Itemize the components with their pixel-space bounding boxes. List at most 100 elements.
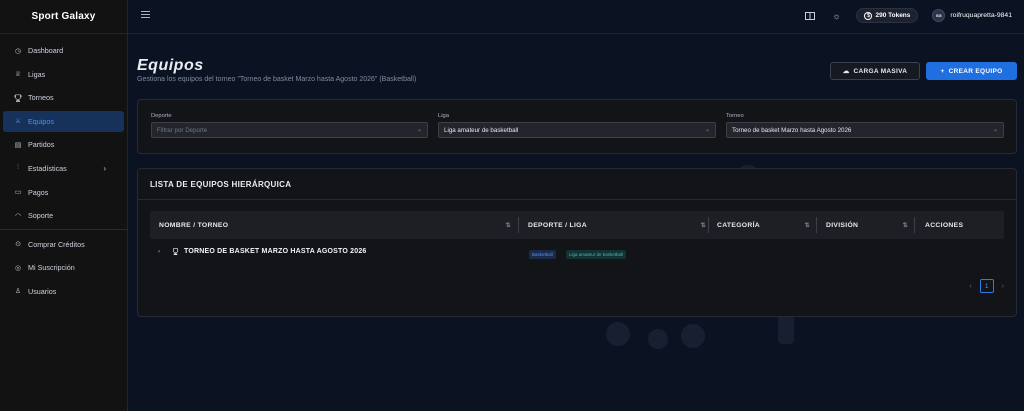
torneo-select-value: Torneo de basket Marzo hasta Agosto 2026	[732, 126, 852, 134]
sidebar-item-label: Soporte	[28, 211, 54, 221]
coin-icon: $	[864, 11, 873, 20]
column-divider	[816, 217, 817, 233]
sport-badge: Basketball	[529, 250, 556, 259]
user-menu[interactable]: SG roifruquapretta-9841	[932, 9, 1012, 22]
filter-deporte-label: Deporte	[151, 113, 172, 119]
credits-icon: ⊙	[15, 241, 21, 249]
sidebar-item-label: Estadísticas	[28, 163, 67, 173]
brand-logo[interactable]: Sport Galaxy	[0, 0, 127, 34]
sidebar-item-label: Comprar Créditos	[28, 239, 85, 249]
tournament-name: TORNEO DE BASKET MARZO HASTA AGOSTO 2026	[184, 248, 367, 255]
subscription-icon: ◎	[14, 264, 22, 272]
sidebar-item-pagos[interactable]: ▭ Pagos	[3, 182, 124, 203]
sidebar-item-partidos[interactable]: ▤ Partidos	[3, 134, 124, 155]
users-icon: ♙	[14, 288, 22, 296]
deporte-select[interactable]: Filtrar por Deporte ⌄	[151, 122, 428, 138]
column-header-division[interactable]: DIVISIÓN ⇅	[826, 211, 908, 239]
sidebar-item-soporte[interactable]: ◠ Soporte	[3, 205, 124, 226]
teams-list-card: LISTA DE EQUIPOS HIERÁRQUICA NOMBRE / TO…	[137, 168, 1017, 317]
deporte-select-placeholder: Filtrar por Deporte	[157, 126, 208, 134]
tokens-badge[interactable]: $ 290 Tokens	[856, 8, 919, 23]
column-header-deporte-sort: ⇅	[528, 211, 706, 239]
team-icon: ⚔	[14, 118, 22, 126]
filter-deporte: Deporte Filtrar por Deporte ⌄	[151, 113, 428, 138]
main-content: Equipos Gestiona los equipos del torneo …	[128, 34, 1024, 411]
chart-icon: ⫶	[17, 164, 19, 172]
sort-icon[interactable]: ⇅	[506, 222, 511, 229]
create-team-button[interactable]: + CREAR EQUIPO	[926, 62, 1017, 80]
filter-liga: Liga Liga amateur de basketball ⌄	[438, 113, 716, 138]
chevron-down-icon: ⌄	[704, 127, 710, 133]
bulk-upload-label: CARGA MASIVA	[853, 67, 908, 75]
expand-icon[interactable]: ›	[158, 249, 160, 255]
column-label: CATEGORÍA	[717, 221, 760, 229]
filter-torneo-label: Torneo	[726, 113, 744, 119]
bulk-upload-button[interactable]: ☁ CARGA MASIVA	[830, 62, 920, 80]
column-header-nombre[interactable]: NOMBRE / TORNEO ⇅	[159, 211, 511, 239]
tokens-label: 290 Tokens	[875, 12, 911, 19]
chevron-right-icon: ›	[103, 163, 106, 173]
divider	[138, 199, 1016, 200]
create-team-label: CREAR EQUIPO	[948, 67, 1003, 75]
theme-sun-icon[interactable]: ☼	[830, 10, 842, 22]
menu-toggle-icon[interactable]	[141, 11, 150, 19]
trophy-icon	[172, 248, 179, 257]
sort-icon[interactable]: ⇅	[903, 222, 908, 229]
layout-icon[interactable]	[804, 10, 816, 22]
column-label: ACCIONES	[925, 221, 964, 229]
table-row[interactable]: › TORNEO DE BASKET MARZO HASTA AGOSTO 20…	[150, 245, 1004, 261]
sidebar-item-label: Ligas	[28, 69, 46, 79]
next-page-icon[interactable]: ›	[1002, 283, 1004, 290]
sidebar-item-torneos[interactable]: Torneos	[3, 87, 124, 108]
column-divider	[914, 217, 915, 233]
sort-icon[interactable]: ⇅	[805, 222, 810, 229]
filters-panel: Deporte Filtrar por Deporte ⌄ Liga Liga …	[137, 99, 1017, 154]
sidebar-item-label: Usuarios	[28, 286, 57, 296]
page-subtitle: Gestiona los equipos del torneo "Torneo …	[137, 76, 417, 83]
column-label: DIVISIÓN	[826, 221, 859, 229]
liga-badge: Liga amateur de basketball	[566, 250, 627, 259]
page-number-button[interactable]: 1	[979, 279, 994, 293]
sidebar: Sport Galaxy ◷ Dashboard ♕ Ligas Torneos…	[0, 0, 128, 411]
sidebar-item-label: Partidos	[28, 140, 55, 150]
trophy-icon	[13, 93, 23, 103]
liga-select-value: Liga amateur de basketball	[444, 126, 519, 134]
list-title: LISTA DE EQUIPOS HIERÁRQUICA	[150, 180, 292, 189]
sidebar-item-label: Torneos	[28, 93, 54, 103]
sidebar-item-estadisticas[interactable]: ⫶ Estadísticas ›	[3, 158, 124, 179]
column-divider	[708, 217, 709, 233]
sidebar-item-label: Equipos	[28, 116, 54, 126]
sort-icon[interactable]: ⇅	[701, 222, 706, 229]
sidebar-item-label: Mi Suscripción	[28, 263, 75, 273]
liga-select[interactable]: Liga amateur de basketball ⌄	[438, 122, 716, 138]
sidebar-item-label: Pagos	[28, 187, 49, 197]
topbar-actions: ☼ $ 290 Tokens SG roifruquapretta-9841	[804, 8, 1012, 23]
torneo-select[interactable]: Torneo de basket Marzo hasta Agosto 2026…	[726, 122, 1004, 138]
column-divider	[518, 217, 519, 233]
sidebar-item-ligas[interactable]: ♕ Ligas	[3, 64, 124, 85]
sidebar-item-dashboard[interactable]: ◷ Dashboard	[3, 40, 124, 61]
column-label: NOMBRE / TORNEO	[159, 221, 229, 229]
calendar-icon: ▤	[14, 141, 22, 149]
sidebar-item-equipos[interactable]: ⚔ Equipos	[3, 110, 124, 132]
prev-page-icon[interactable]: ‹	[969, 283, 971, 290]
sidebar-item-comprar-creditos[interactable]: ⊙ Comprar Créditos	[3, 234, 124, 255]
filter-torneo: Torneo Torneo de basket Marzo hasta Agos…	[726, 113, 1004, 138]
column-header-categoria[interactable]: CATEGORÍA ⇅	[717, 211, 810, 239]
table-header: NOMBRE / TORNEO ⇅ DEPORTE / LIGA ⇅ CATEG…	[150, 211, 1004, 239]
sidebar-item-mi-suscripcion[interactable]: ◎ Mi Suscripción	[3, 257, 124, 278]
chevron-down-icon: ⌄	[416, 127, 422, 133]
chevron-down-icon: ⌄	[992, 127, 998, 133]
avatar: SG	[932, 9, 946, 22]
topbar: ☼ $ 290 Tokens SG roifruquapretta-9841	[128, 0, 1024, 34]
filter-liga-label: Liga	[438, 113, 449, 119]
plus-icon: +	[940, 67, 945, 75]
trophy-cup-icon: ♕	[14, 71, 22, 79]
sidebar-divider	[0, 228, 127, 230]
headset-icon: ◠	[14, 212, 22, 220]
sidebar-item-label: Dashboard	[28, 46, 64, 55]
column-header-acciones: ACCIONES	[925, 211, 995, 239]
sidebar-nav: ◷ Dashboard ♕ Ligas Torneos ⚔ Equipos ▤ …	[0, 34, 127, 302]
sidebar-item-usuarios[interactable]: ♙ Usuarios	[3, 281, 124, 302]
username: roifruquapretta-9841	[950, 12, 1012, 19]
